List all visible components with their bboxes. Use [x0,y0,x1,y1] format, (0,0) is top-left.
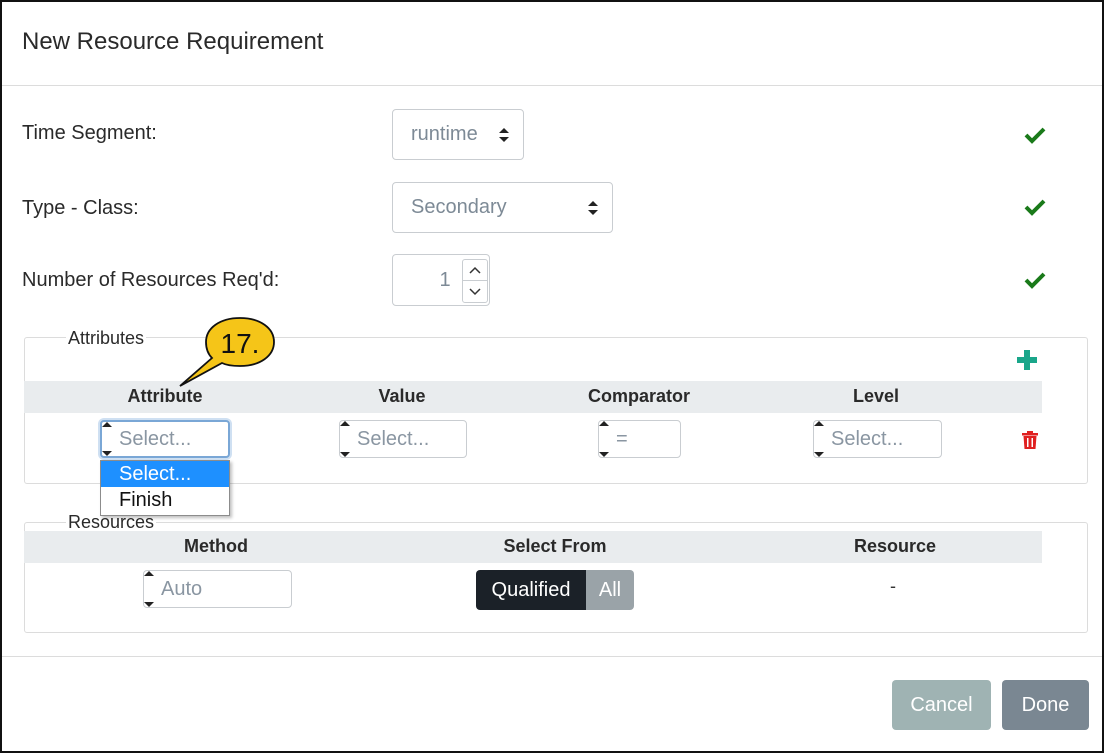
dropdown-option-finish[interactable]: Finish [101,487,229,513]
dialog-title: New Resource Requirement [22,28,324,55]
time-segment-label: Time Segment: [22,122,157,144]
num-resources-label: Number of Resources Req'd: [22,269,280,291]
resources-table-header: Method Select From Resource [24,531,1042,563]
check-icon [1024,272,1046,289]
value-select[interactable]: Select... [339,420,467,458]
value-select-value: Select... [357,427,430,450]
method-select-value: Auto [161,577,203,600]
select-from-toggle: Qualified All [476,570,634,610]
type-class-label: Type - Class: [22,197,139,219]
select-caret-icon [499,127,509,142]
cancel-button[interactable]: Cancel [892,680,991,730]
resource-value: - [890,576,896,596]
attribute-select-value: Select... [119,427,192,450]
stepper-up-button[interactable] [463,260,487,281]
column-header-select-from: Select From [503,536,607,556]
method-select[interactable]: Auto [143,570,292,608]
qualified-toggle-button[interactable]: Qualified [476,570,586,610]
type-class-value: Secondary [411,196,507,218]
column-header-resource: Resource [853,536,937,556]
new-resource-requirement-dialog: New Resource Requirement Time Segment: r… [0,0,1104,753]
time-segment-value: runtime [411,123,478,145]
attribute-select[interactable]: Select... [100,420,230,458]
select-caret-icon [588,200,598,215]
check-icon [1024,199,1046,216]
footer-divider [2,656,1102,657]
attributes-legend: Attributes [66,328,147,349]
column-header-value: Value [378,386,426,406]
chevron-down-icon [469,287,481,295]
time-segment-select[interactable]: runtime [392,109,524,160]
comparator-select-value: = [616,427,628,450]
attributes-table-header: Attribute Value Comparator Level [24,381,1042,413]
column-header-comparator: Comparator [587,386,691,406]
step-callout-label: 17. [220,328,260,359]
type-class-select[interactable]: Secondary [392,182,613,233]
all-toggle-button[interactable]: All [586,570,634,610]
column-header-method: Method [184,536,248,556]
num-resources-value: 1 [439,269,451,291]
attribute-dropdown-list: Select... Finish [100,460,230,516]
level-select[interactable]: Select... [813,420,942,458]
plus-icon[interactable] [1016,349,1038,371]
column-header-level: Level [852,386,900,406]
dropdown-option-select[interactable]: Select... [101,461,229,487]
stepper-down-button[interactable] [463,281,487,302]
stepper-buttons [462,259,488,303]
comparator-select[interactable]: = [598,420,681,458]
check-icon [1024,127,1046,144]
trash-icon[interactable] [1022,431,1038,449]
num-resources-stepper[interactable]: 1 [392,254,490,306]
dialog-header: New Resource Requirement [2,2,1102,86]
done-button[interactable]: Done [1002,680,1089,730]
level-select-value: Select... [831,427,904,450]
column-header-attribute: Attribute [127,386,203,406]
chevron-up-icon [469,266,481,274]
